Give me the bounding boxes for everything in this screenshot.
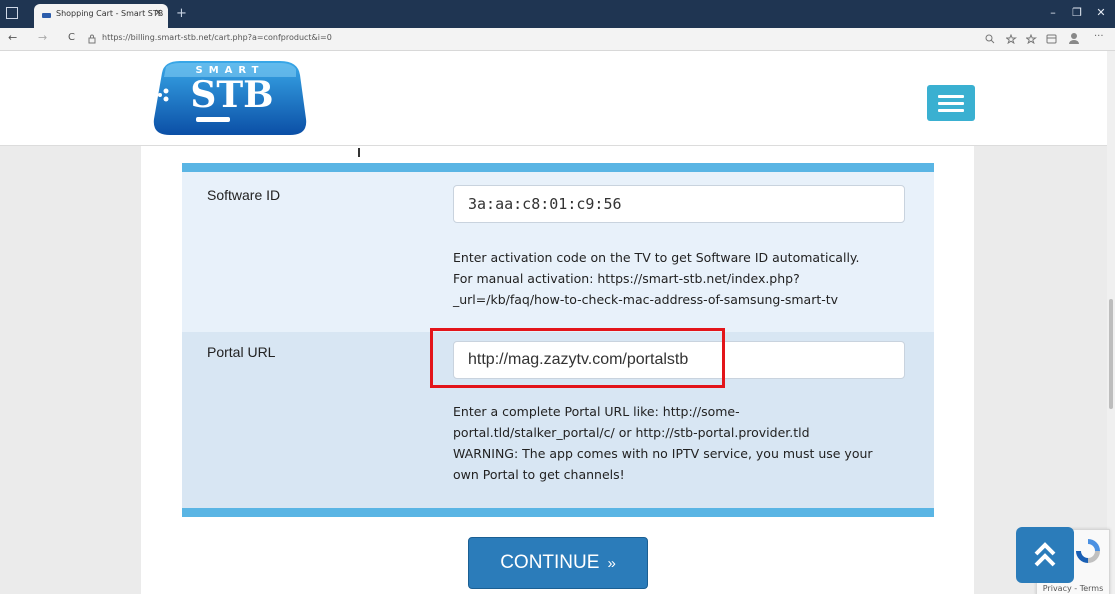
back-icon[interactable]: ← [8,31,17,44]
address-bar: ← → C https://billing.smart-stb.net/cart… [0,28,1115,51]
recaptcha-terms[interactable]: Privacy - Terms [1037,584,1109,593]
double-chevron-right-icon: » [607,555,616,572]
recaptcha-icon [1076,539,1100,563]
help-line: own Portal to get channels! [453,467,625,482]
menu-line-icon [938,102,964,105]
section-top-bar [182,163,934,172]
more-menu-icon[interactable]: ··· [1094,31,1104,42]
section-bottom-bar [182,508,934,517]
web-page: SMART STB Software ID Enter activation c… [0,51,1115,594]
zoom-icon[interactable] [985,34,995,44]
portal-url-label: Portal URL [207,344,276,360]
divider-mark [358,148,360,157]
forward-icon[interactable]: → [38,31,47,44]
double-chevron-up-icon [1034,542,1056,567]
favorite-add-icon[interactable] [1006,34,1017,44]
tab-close-icon[interactable]: × [154,8,162,18]
highlight-box [430,328,725,388]
lock-icon [88,34,96,44]
continue-button[interactable]: CONTINUE » [468,537,648,589]
help-line: Enter a complete Portal URL like: http:/… [453,404,740,419]
help-line: WARNING: The app comes with no IPTV serv… [453,446,873,461]
help-line: For manual activation: https://smart-stb… [453,271,800,286]
portal-url-help: Enter a complete Portal URL like: http:/… [453,401,923,485]
software-id-help: Enter activation code on the TV to get S… [453,247,923,310]
url-text[interactable]: https://billing.smart-stb.net/cart.php?a… [102,33,332,42]
profile-avatar-icon[interactable] [1068,32,1080,45]
smart-stb-logo[interactable]: SMART STB [150,55,310,141]
help-line: _url=/kb/faq/how-to-check-mac-address-of… [453,292,839,307]
menu-line-icon [938,109,964,112]
software-id-input[interactable] [453,185,905,223]
reload-icon[interactable]: C [68,32,75,43]
favorites-icon[interactable] [1026,34,1038,44]
tab-title: Shopping Cart - Smart STB [56,9,164,18]
collections-icon[interactable] [1046,34,1058,44]
menu-line-icon [938,95,964,98]
help-line: Enter activation code on the TV to get S… [453,250,860,265]
site-header: SMART STB [0,51,1115,146]
back-to-top-button[interactable] [1016,527,1074,583]
scrollbar-thumb[interactable] [1109,299,1113,409]
restore-icon[interactable]: ❐ [1070,6,1084,20]
software-id-label: Software ID [207,187,281,203]
site-favicon-icon [42,13,51,18]
new-tab-button[interactable]: + [176,6,187,21]
hamburger-menu-button[interactable] [927,85,975,121]
close-window-icon[interactable]: ✕ [1094,6,1108,20]
continue-label: CONTINUE [500,552,600,573]
browser-titlebar: Shopping Cart - Smart STB × + – ❐ ✕ [0,0,1115,28]
tab-actions-icon[interactable] [6,7,18,19]
minimize-icon[interactable]: – [1046,6,1060,20]
logo-main-text: STB [190,74,273,116]
browser-tab[interactable]: Shopping Cart - Smart STB × [34,4,168,28]
help-line: portal.tld/stalker_portal/c/ or http://s… [453,425,810,440]
